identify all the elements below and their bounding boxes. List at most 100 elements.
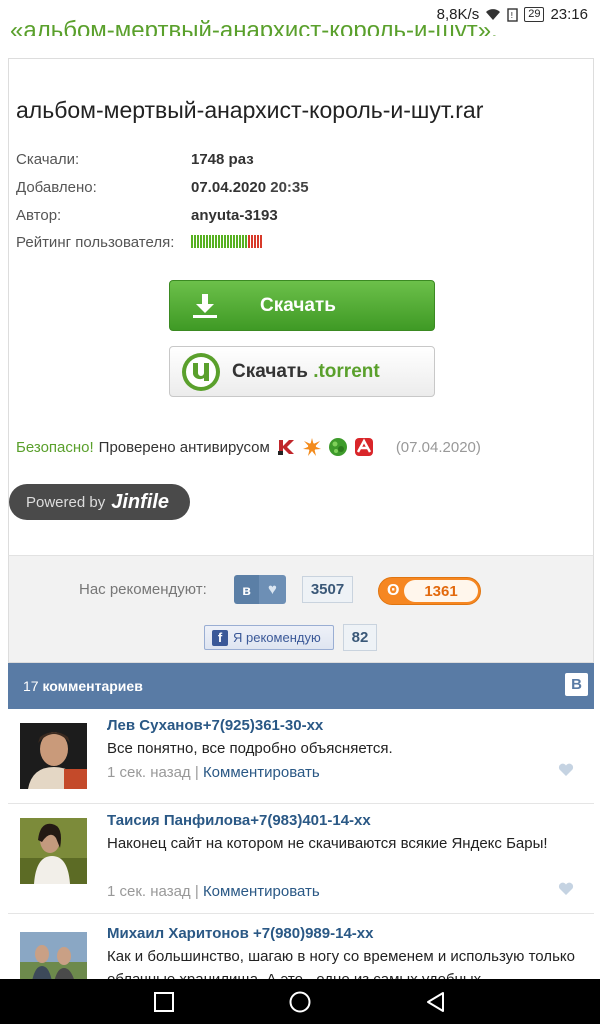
comment-author[interactable]: Таисия Панфилова+7(983)401-14-xx — [107, 812, 371, 829]
file-card: альбом-мертвый-анархист-король-и-шут.rar… — [8, 58, 594, 555]
kaspersky-icon — [277, 440, 294, 455]
wifi-icon — [486, 9, 501, 20]
checked-label: Проверено антивирусом — [98, 438, 270, 456]
recommend-section: Нас рекомендуют: в ♥ 3507 ʘ 1361 f Я рек… — [8, 555, 594, 663]
avast-icon — [302, 438, 321, 456]
author-value[interactable]: anyuta-3193 — [191, 207, 278, 224]
download-button[interactable]: Скачать — [169, 280, 435, 331]
rating-tick — [254, 235, 256, 248]
rating-tick — [248, 235, 250, 248]
rating-tick — [203, 235, 205, 248]
comment-item: Михаил Харитонов +7(980)989-14-xx Как и … — [8, 914, 594, 979]
rating-tick — [245, 235, 247, 248]
torrent-button-label: Скачать .torrent — [232, 361, 380, 383]
utorrent-icon — [182, 353, 220, 391]
rating-tick — [218, 235, 220, 248]
rating-tick — [251, 235, 253, 248]
torrent-label-ext: .torrent — [313, 361, 380, 382]
avatar — [20, 932, 87, 979]
torrent-label-main: Скачать — [232, 361, 308, 382]
rating-tick — [233, 235, 235, 248]
download-arrow-icon — [193, 294, 217, 318]
vk-like-button[interactable]: в ♥ — [234, 575, 286, 604]
ok-like-button[interactable]: ʘ 1361 — [378, 577, 481, 605]
clock: 23:16 — [550, 6, 588, 23]
rating-tick — [260, 235, 262, 248]
rating-tick — [200, 235, 202, 248]
comment-meta: 1 сек. назад | Комментировать — [107, 764, 320, 781]
network-speed: 8,8K/s — [436, 6, 480, 23]
antivirus-date: (07.04.2020) — [395, 438, 481, 456]
safe-label: Безопасно! — [16, 438, 94, 456]
recent-apps-icon[interactable] — [152, 990, 176, 1014]
added-label: Добавлено: — [16, 179, 97, 196]
comments-count-label: комментариев — [42, 678, 143, 694]
added-value: 07.04.2020 20:35 — [191, 179, 309, 196]
added-time: 20:35 — [270, 179, 309, 196]
added-date: 07.04.2020 — [191, 179, 267, 196]
recommend-label: Нас рекомендуют: — [79, 581, 207, 598]
sim-icon: ! — [507, 7, 518, 22]
rating-tick — [206, 235, 208, 248]
rating-tick — [215, 235, 217, 248]
system-navigation-bar — [0, 979, 600, 1024]
fb-recommend-count: 82 — [343, 624, 377, 651]
author-label: Автор: — [16, 207, 62, 224]
rating-tick — [212, 235, 214, 248]
avira-icon — [354, 438, 373, 456]
rating-label: Рейтинг пользователя: — [16, 234, 175, 251]
home-icon[interactable] — [288, 990, 312, 1014]
comments-header: 17 комментариев B — [8, 663, 594, 709]
vk-logo-icon[interactable]: B — [565, 673, 588, 696]
comment-text: Наконец сайт на котором не скачиваются в… — [107, 835, 548, 852]
rating-tick — [242, 235, 244, 248]
comment-text: Как и большинство, шагаю в ногу со време… — [107, 948, 575, 979]
jinfile-logo: Jinfile — [111, 490, 170, 513]
comment-item: Лев Суханов+7(925)361-30-xx Все понятно,… — [8, 709, 594, 804]
rating-tick — [194, 235, 196, 248]
comment-time: 1 сек. назад — [107, 883, 191, 900]
comment-text: Все понятно, все подробно объясняется. — [107, 740, 393, 757]
reply-link[interactable]: Комментировать — [203, 764, 320, 781]
rating-tick — [227, 235, 229, 248]
heart-icon: ♥ — [259, 575, 286, 604]
facebook-icon: f — [212, 629, 228, 646]
rating-tick — [257, 235, 259, 248]
comment-author[interactable]: Михаил Харитонов +7(980)989-14-xx — [107, 925, 373, 942]
file-name: альбом-мертвый-анархист-король-и-шут.rar — [16, 97, 484, 123]
fb-recommend-button[interactable]: f Я рекомендую — [204, 625, 334, 650]
odnoklassniki-icon: ʘ — [387, 582, 400, 599]
comment-meta: 1 сек. назад | Комментировать — [107, 883, 320, 900]
downloads-value: 1748 раз — [191, 151, 254, 168]
download-torrent-button[interactable]: Скачать .torrent — [169, 346, 435, 397]
avatar — [20, 818, 87, 884]
rating-tick — [221, 235, 223, 248]
status-icons: 8,8K/s ! 29 23:16 — [437, 6, 588, 23]
back-icon[interactable] — [424, 990, 448, 1014]
avatar — [20, 723, 87, 789]
status-bar: «альбом-мертвый-анархист-король-и-шут». … — [0, 0, 600, 36]
comment-author[interactable]: Лев Суханов+7(925)361-30-xx — [107, 717, 323, 734]
antivirus-row: Безопасно! Проверено антивирусом (07.04.… — [16, 437, 481, 457]
drweb-icon — [328, 438, 347, 456]
like-heart-icon[interactable] — [558, 763, 574, 777]
svg-text:!: ! — [511, 11, 514, 20]
like-heart-icon[interactable] — [558, 882, 574, 896]
fb-recommend-label: Я рекомендую — [233, 630, 321, 645]
powered-by-badge[interactable]: Powered by Jinfile — [9, 484, 190, 520]
rating-tick — [239, 235, 241, 248]
powered-by-prefix: Powered by — [26, 493, 106, 511]
reply-link[interactable]: Комментировать — [203, 883, 320, 900]
rating-tick — [209, 235, 211, 248]
comment-time: 1 сек. назад — [107, 764, 191, 781]
battery-level: 29 — [524, 7, 545, 22]
ok-like-count: 1361 — [404, 580, 478, 602]
user-rating-bar — [191, 235, 262, 248]
comments-count-number: 17 — [23, 678, 39, 694]
rating-tick — [191, 235, 193, 248]
comments-count: 17 комментариев — [23, 678, 143, 694]
vk-logo-icon: в — [234, 575, 259, 604]
comment-sep: | — [194, 764, 199, 781]
rating-tick — [236, 235, 238, 248]
downloads-label: Скачали: — [16, 151, 80, 168]
